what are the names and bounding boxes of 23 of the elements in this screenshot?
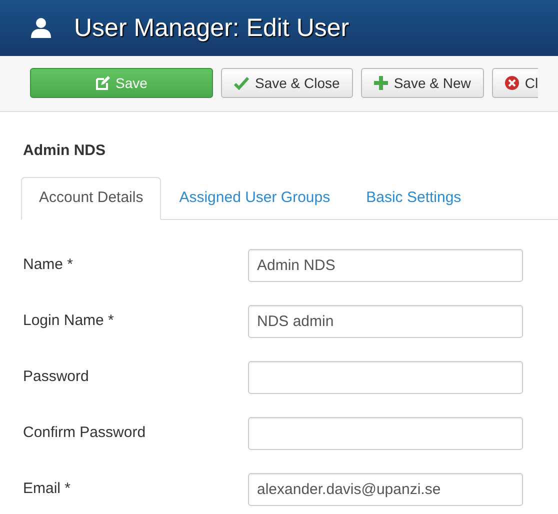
field-label: Email * (23, 479, 72, 500)
checkmark-icon (234, 76, 249, 90)
input-field[interactable] (248, 417, 523, 450)
user-icon (30, 17, 52, 39)
field-label: Confirm Password (23, 423, 147, 444)
tab[interactable]: Basic Settings (348, 176, 480, 220)
field-label: Name * (23, 255, 74, 276)
page-title: User Manager: Edit User (74, 13, 350, 43)
field-label: Password (23, 367, 90, 388)
save-new-button[interactable]: Save & New (360, 68, 484, 98)
tab[interactable]: Assigned User Groups (161, 176, 348, 220)
input-field[interactable]: alexander.davis@upanzi.se (248, 473, 523, 506)
plus-icon (374, 76, 388, 90)
close-button[interactable]: Cl (492, 68, 538, 98)
input-field[interactable]: Admin NDS (248, 249, 523, 282)
user-heading: Admin NDS (23, 141, 106, 161)
edit-icon (96, 76, 110, 90)
field-label: Login Name * (23, 311, 115, 332)
save-close-button[interactable]: Save & Close (221, 68, 353, 98)
input-field[interactable]: NDS admin (248, 305, 523, 338)
tab[interactable]: Account Details (21, 176, 162, 220)
input-field[interactable] (248, 361, 523, 394)
cancel-icon (504, 76, 519, 90)
